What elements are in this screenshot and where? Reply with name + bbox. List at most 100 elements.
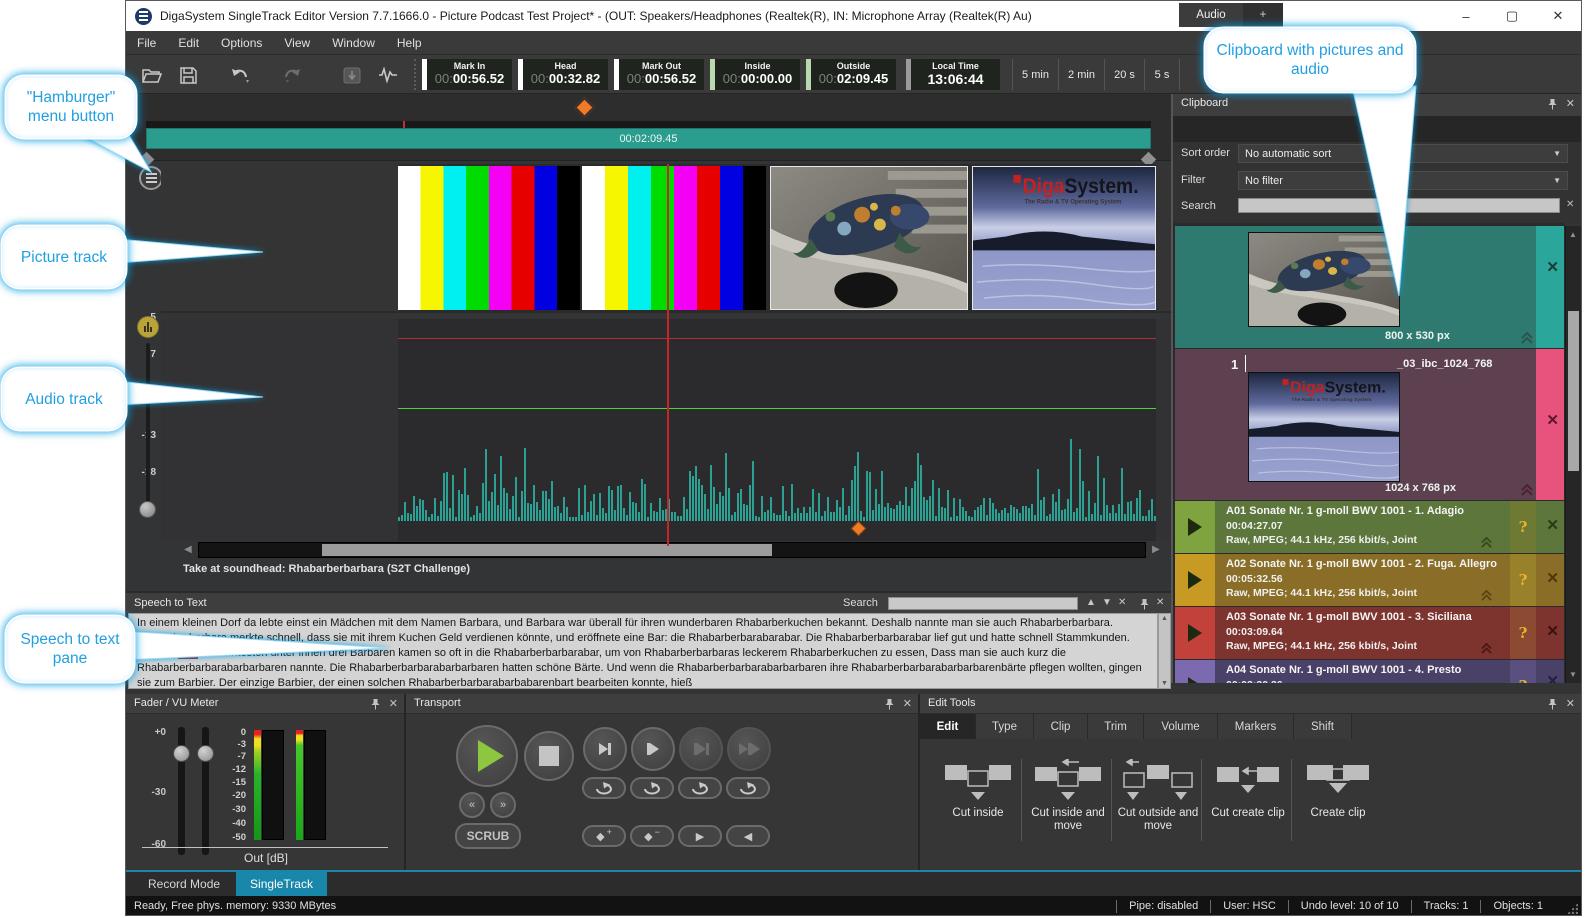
item-play-button[interactable] xyxy=(1175,501,1215,553)
clipboard-audio-item[interactable]: A03 Sonate Nr. 1 g-moll BWV 1001 - 3. Si… xyxy=(1175,607,1564,659)
prelisten-button[interactable]: ? xyxy=(1510,554,1536,606)
track-volume-knob[interactable] xyxy=(139,501,156,518)
fader-left-knob[interactable] xyxy=(173,745,190,762)
filter-dropdown[interactable]: No filter▼ xyxy=(1238,171,1568,190)
pin-icon[interactable] xyxy=(885,698,894,710)
scroll-left-icon[interactable]: ◀ xyxy=(184,544,192,555)
fader-right-knob[interactable] xyxy=(197,745,214,762)
menu-options[interactable]: Options xyxy=(210,31,273,55)
digasystem-photo[interactable] xyxy=(972,166,1156,310)
prelisten-button[interactable]: ? xyxy=(1510,607,1536,659)
clipboard-scrollbar[interactable]: ▲ ▼ xyxy=(1565,226,1581,683)
prev-marker-button[interactable]: ◀ xyxy=(726,825,770,847)
inside-display[interactable]: Inside 00:00:00.00 xyxy=(710,59,800,90)
skip-back-button[interactable]: « xyxy=(459,792,485,818)
clipboard-audio-item[interactable]: A04 Sonate Nr. 1 g-moll BWV 1001 - 4. Pr… xyxy=(1175,660,1564,683)
transcript-highlight[interactable]: drei xyxy=(178,647,198,659)
collapse-icon[interactable] xyxy=(1480,537,1493,548)
collapse-icon[interactable] xyxy=(1520,484,1534,496)
clipboard-tab-add[interactable]: + xyxy=(1243,3,1283,27)
collapse-icon[interactable] xyxy=(1520,332,1534,344)
clipboard-audio-item[interactable]: A02 Sonate Nr. 1 g-moll BWV 1001 - 2. Fu… xyxy=(1175,554,1564,606)
tab-trim[interactable]: Trim xyxy=(1088,714,1144,739)
pin-icon[interactable] xyxy=(1548,98,1557,110)
clipboard-audio-item[interactable]: A01 Sonate Nr. 1 g-moll BWV 1001 - 1. Ad… xyxy=(1175,501,1564,553)
play-from-mark-button[interactable] xyxy=(631,727,675,771)
pin-icon[interactable] xyxy=(1140,598,1149,610)
outside-display[interactable]: Outside 00:02:09.45 xyxy=(806,59,896,90)
tab-record-mode[interactable]: Record Mode xyxy=(134,872,234,896)
loop-4-button[interactable] xyxy=(726,777,770,799)
clipboard-picture-item[interactable]: 1 _03_ibc_1024_768 1024 x 768 px ✕ xyxy=(1175,349,1564,500)
scroll-down-icon[interactable]: ▼ xyxy=(1161,680,1168,687)
colorbars-image-2[interactable] xyxy=(582,166,766,310)
horizontal-scrollbar-thumb[interactable] xyxy=(322,544,772,556)
clipboard-tab-audio[interactable]: Audio xyxy=(1179,3,1243,27)
delete-item-icon[interactable]: ✕ xyxy=(1546,516,1559,534)
play-button[interactable] xyxy=(456,725,518,787)
limit-envelope-line[interactable] xyxy=(398,338,1156,339)
tab-clip[interactable]: Clip xyxy=(1034,714,1088,739)
scroll-up-icon[interactable]: ▲ xyxy=(1569,230,1577,239)
zoom-20s-button[interactable]: 20 s xyxy=(1104,59,1144,90)
delete-item-icon[interactable]: ✕ xyxy=(1546,622,1559,640)
scroll-up-icon[interactable]: ▲ xyxy=(1161,615,1168,622)
minimize-button[interactable]: – xyxy=(1443,1,1489,31)
menu-help[interactable]: Help xyxy=(386,31,433,55)
redo-button[interactable] xyxy=(272,62,312,88)
delete-item-icon[interactable]: ✕ xyxy=(1546,672,1559,683)
stop-button[interactable] xyxy=(524,731,574,781)
tab-edit[interactable]: Edit xyxy=(920,714,976,739)
remove-marker-button[interactable]: ◆− xyxy=(630,825,674,847)
import-button[interactable] xyxy=(338,62,366,88)
pin-icon[interactable] xyxy=(371,698,380,710)
clipboard-scrollbar-thumb[interactable] xyxy=(1568,311,1579,471)
maximize-button[interactable]: ▢ xyxy=(1489,1,1535,31)
scroll-right-icon[interactable]: ▶ xyxy=(1152,544,1160,555)
delete-item-icon[interactable]: ✕ xyxy=(1546,258,1559,276)
loop-3-button[interactable] xyxy=(678,777,722,799)
delete-item-icon[interactable]: ✕ xyxy=(1546,411,1559,429)
volume-envelope-line[interactable] xyxy=(398,408,1156,409)
overview-ruler[interactable] xyxy=(146,121,1151,128)
tool-create-clip[interactable]: Create clip xyxy=(1292,759,1384,820)
scroll-down-icon[interactable]: ▼ xyxy=(1569,670,1577,679)
tab-markers[interactable]: Markers xyxy=(1218,714,1294,739)
collapse-icon[interactable] xyxy=(1480,590,1493,601)
next-marker-button[interactable]: ▶ xyxy=(678,825,722,847)
loop-2-button[interactable] xyxy=(630,777,674,799)
scrub-button[interactable]: SCRUB xyxy=(455,823,521,849)
play-between-marks-button[interactable] xyxy=(679,727,723,771)
mark-in-display[interactable]: Mark In 00:00:56.52 xyxy=(422,59,512,90)
pin-icon[interactable] xyxy=(1548,698,1557,710)
prelisten-button[interactable]: ? xyxy=(1510,660,1536,683)
speech-search-input[interactable] xyxy=(888,597,1078,610)
search-clear-icon[interactable]: ✕ xyxy=(1118,597,1126,608)
menu-view[interactable]: View xyxy=(273,31,321,55)
close-button[interactable]: ✕ xyxy=(1535,1,1581,31)
tool-cut-inside[interactable]: Cut inside xyxy=(932,759,1024,820)
zoom-5s-button[interactable]: 5 s xyxy=(1144,59,1180,90)
play-around-marks-button[interactable] xyxy=(727,727,771,771)
track-volume-slider[interactable] xyxy=(146,343,150,509)
horizontal-scrollbar[interactable] xyxy=(198,542,1146,558)
colorbars-image-1[interactable] xyxy=(398,166,580,310)
audio-track-icon[interactable] xyxy=(137,316,159,338)
search-prev-icon[interactable]: ▲ xyxy=(1086,597,1096,608)
tab-volume[interactable]: Volume xyxy=(1144,714,1218,739)
tab-shift[interactable]: Shift xyxy=(1294,714,1352,739)
search-next-icon[interactable]: ▼ xyxy=(1102,597,1112,608)
edit-tools-close-icon[interactable]: ✕ xyxy=(1566,697,1575,710)
play-to-mark-button[interactable] xyxy=(583,727,627,771)
tool-cut-inside-move[interactable]: Cut inside and move xyxy=(1022,759,1114,833)
hamburger-menu-button[interactable] xyxy=(139,166,163,190)
zoom-2min-button[interactable]: 2 min xyxy=(1058,59,1104,90)
add-marker-button[interactable]: ◆+ xyxy=(582,825,626,847)
clipboard-search-clear-icon[interactable]: ✕ xyxy=(1566,199,1574,210)
speech-scrollbar[interactable]: ▲ ▼ xyxy=(1158,613,1171,689)
audio-track[interactable] xyxy=(161,319,1171,541)
delete-item-icon[interactable]: ✕ xyxy=(1546,569,1559,587)
picture-track[interactable] xyxy=(161,164,1171,313)
menu-window[interactable]: Window xyxy=(321,31,386,55)
tool-cut-outside-move[interactable]: Cut outside and move xyxy=(1112,759,1204,833)
